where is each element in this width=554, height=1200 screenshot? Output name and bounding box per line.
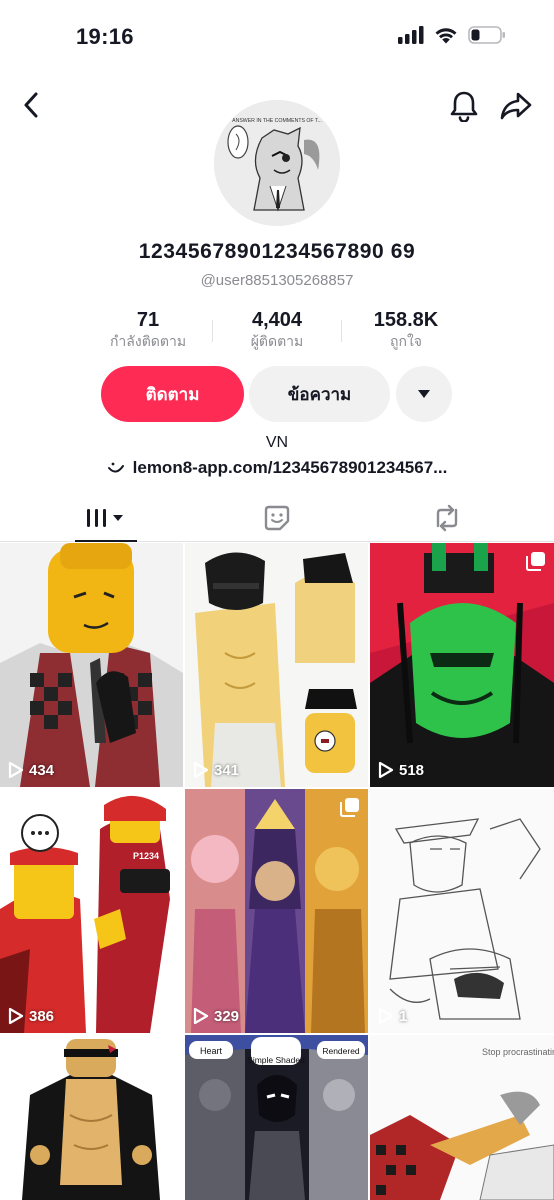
thumbnail-image	[0, 543, 183, 787]
play-icon	[378, 761, 394, 779]
wifi-icon	[434, 26, 458, 49]
thumbnail-image: P1234	[0, 789, 183, 1033]
play-icon	[8, 761, 24, 779]
video-thumbnail[interactable]: 329	[185, 789, 368, 1033]
play-icon	[193, 761, 209, 779]
status-time: 19:16	[76, 24, 134, 49]
view-count: 518	[378, 761, 424, 779]
likes-label: ถูกใจ	[390, 333, 422, 349]
following-stat[interactable]: 71 กำลังติดตาม	[92, 308, 204, 350]
multi-photo-icon	[340, 797, 360, 822]
view-count: 434	[8, 761, 54, 779]
message-button[interactable]: ข้อความ	[249, 366, 390, 422]
following-count: 71	[136, 309, 160, 331]
display-name: 12345678901234567890 69	[138, 240, 416, 263]
lemon8-link-icon	[107, 462, 124, 473]
signal-icon	[398, 26, 424, 49]
notifications-button[interactable]	[444, 86, 484, 126]
followers-stat[interactable]: 4,404 ผู้ติดตาม	[222, 308, 332, 350]
thumbnail-image	[370, 789, 554, 1033]
share-button[interactable]	[496, 86, 536, 126]
tab-reposts[interactable]	[422, 494, 472, 542]
profile-tabs	[0, 494, 554, 542]
view-count-text: 1	[399, 1007, 408, 1025]
tag-rendered: Rendered	[322, 1046, 360, 1056]
view-count-text: 434	[29, 761, 55, 779]
status-bar: 19:16	[0, 0, 554, 76]
back-button[interactable]	[14, 86, 48, 124]
follow-button[interactable]: ติดตาม	[101, 366, 244, 422]
view-count: 386	[8, 1007, 54, 1025]
stat-divider	[212, 320, 213, 342]
video-thumbnail[interactable]: Stop procrastinating and Lock IN	[370, 1035, 554, 1200]
video-grid: 434 341 518 P1234 386 329 1 Heart Simple…	[0, 543, 554, 1200]
video-thumbnail[interactable]: 1	[370, 789, 554, 1033]
view-count: 341	[193, 761, 239, 779]
video-thumbnail[interactable]: 434	[0, 543, 183, 787]
stat-divider	[341, 320, 342, 342]
bio-text: VN	[265, 434, 289, 451]
thumbnail-caption: Stop procrastinating and Lock IN	[482, 1047, 554, 1057]
thumbnail-image	[185, 543, 368, 787]
following-label: กำลังติดตาม	[109, 333, 187, 349]
more-options-button[interactable]	[396, 366, 452, 422]
jersey-badge: P1234	[133, 851, 159, 861]
view-count-text: 386	[29, 1007, 55, 1025]
video-thumbnail[interactable]: 341	[185, 543, 368, 787]
view-count: 1	[378, 1007, 407, 1025]
play-icon	[8, 1007, 24, 1025]
multi-photo-icon	[526, 551, 546, 576]
avatar-caption: ANSWER IN THE COMMENTS OF T...	[232, 118, 322, 124]
share-icon	[500, 92, 532, 120]
view-count-text: 329	[214, 1007, 240, 1025]
video-thumbnail[interactable]: P1234 386	[0, 789, 183, 1033]
play-icon	[193, 1007, 209, 1025]
bio-link[interactable]: lemon8-app.com/12345678901234567...	[0, 458, 554, 478]
tab-favorites[interactable]	[252, 494, 302, 542]
avatar[interactable]: ANSWER IN THE COMMENTS OF T...	[214, 100, 340, 226]
followers-count: 4,404	[251, 309, 303, 331]
tag-simple-shaded: Simple Shaded	[247, 1055, 305, 1065]
back-icon	[24, 92, 38, 118]
status-icons	[398, 26, 506, 49]
play-icon	[378, 1007, 394, 1025]
videos-grid-icon	[87, 509, 123, 527]
username-handle: @user8851305268857	[200, 272, 354, 289]
video-thumbnail[interactable]: 518	[370, 543, 554, 787]
profile-stats: 71 กำลังติดตาม 4,404 ผู้ติดตาม 158.8K ถู…	[0, 308, 554, 358]
video-thumbnail[interactable]: Heart Simple Shaded Rendered	[185, 1035, 368, 1200]
active-tab-indicator	[75, 540, 137, 542]
tag-heart: Heart	[200, 1046, 223, 1056]
bio-link-text: lemon8-app.com/12345678901234567...	[132, 458, 448, 477]
view-count-text: 341	[214, 761, 240, 779]
likes-stat[interactable]: 158.8K ถูกใจ	[350, 308, 462, 350]
view-count-text: 518	[399, 761, 425, 779]
reposts-icon	[436, 504, 458, 532]
battery-icon	[468, 26, 506, 49]
thumbnail-image: Stop procrastinating and Lock IN	[370, 1035, 554, 1200]
tab-videos[interactable]	[75, 494, 137, 542]
thumbnail-image: Heart Simple Shaded Rendered	[185, 1035, 368, 1200]
followers-label: ผู้ติดตาม	[250, 333, 304, 349]
likes-count: 158.8K	[373, 309, 439, 331]
caret-down-icon	[418, 390, 430, 398]
favorites-icon	[264, 505, 290, 531]
bell-icon	[450, 91, 478, 122]
thumbnail-image	[185, 789, 368, 1033]
view-count: 329	[193, 1007, 239, 1025]
thumbnail-image	[370, 543, 554, 787]
thumbnail-image	[0, 1035, 183, 1200]
video-thumbnail[interactable]	[0, 1035, 183, 1200]
